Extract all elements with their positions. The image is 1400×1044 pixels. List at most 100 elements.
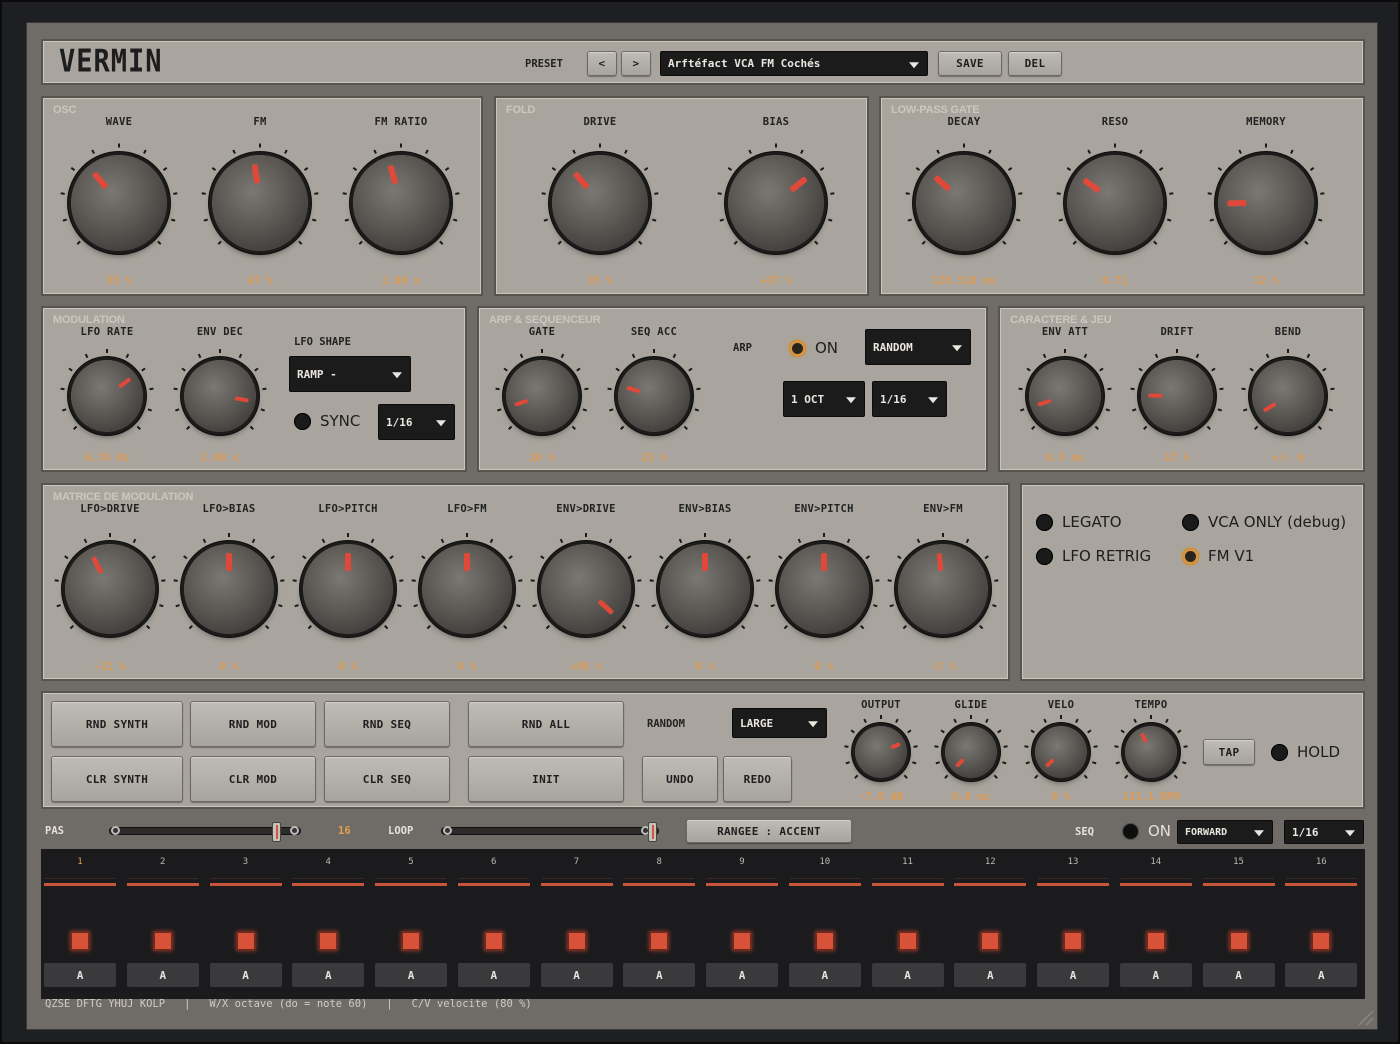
env-fm-knob[interactable]: ENV>FM -5 % <box>884 503 1002 677</box>
step-gate-button[interactable] <box>1063 931 1083 951</box>
resize-grip-icon[interactable] <box>1353 1005 1375 1027</box>
tempo-knob[interactable]: TEMPO 133.1 BPM <box>1110 699 1192 807</box>
random-amount-dropdown[interactable]: LARGE <box>732 708 827 738</box>
wave-knob[interactable]: WAVE 35 % <box>55 116 183 291</box>
step-accent-button[interactable]: A <box>623 963 696 987</box>
step-gate-button[interactable] <box>1228 931 1249 951</box>
drive-knob[interactable]: DRIVE 35 % <box>536 116 664 291</box>
output-knob[interactable]: OUTPUT -7.0 dB <box>840 699 922 807</box>
fm-v1-toggle[interactable]: FM V1 <box>1182 547 1254 565</box>
reso-knob-body[interactable] <box>1067 154 1163 251</box>
fm-knob-body[interactable] <box>212 154 308 251</box>
step-accent-button[interactable]: A <box>44 963 116 987</box>
decay-knob-body[interactable] <box>916 154 1012 251</box>
step-gate-button[interactable] <box>401 931 421 951</box>
step-gate-button[interactable] <box>235 931 256 951</box>
env-att-knob[interactable]: ENV ATT 0.5 ms <box>1013 326 1117 468</box>
lfo-rate-knob[interactable]: LFO RATE 6.74 Hz <box>55 326 159 468</box>
pas-slider-thumb[interactable] <box>272 822 282 842</box>
step-accent-button[interactable]: A <box>706 963 778 987</box>
lfo-drive-knob[interactable]: LFO>DRIVE -21 % <box>51 503 169 677</box>
step-pitch-bar[interactable] <box>292 883 365 886</box>
step-accent-button[interactable]: A <box>788 963 861 987</box>
env-fm-knob-body[interactable] <box>898 544 988 634</box>
step-accent-button[interactable]: A <box>871 963 944 987</box>
gate-knob-body[interactable] <box>506 360 578 432</box>
lfo-bias-knob[interactable]: LFO>BIAS 0 % <box>170 503 288 677</box>
env-drive-knob[interactable]: ENV>DRIVE +98 % <box>527 503 645 677</box>
lfo-pitch-knob-body[interactable] <box>303 544 393 634</box>
seq-division-dropdown[interactable]: 1/16 <box>1284 820 1364 844</box>
fm-ratio-knob-body[interactable] <box>353 154 449 251</box>
bias-knob-body[interactable] <box>728 154 824 251</box>
clr-mod-button[interactable]: CLR MOD <box>190 756 316 802</box>
step-gate-button[interactable] <box>70 931 90 951</box>
step-pitch-bar[interactable] <box>954 883 1027 886</box>
preset-next-button[interactable]: > <box>621 51 651 76</box>
glide-knob[interactable]: GLIDE 0.0 ms <box>930 699 1012 807</box>
lfo-drive-knob-body[interactable] <box>65 544 155 634</box>
fm-ratio-knob[interactable]: FM RATIO 2.00 x <box>337 116 465 291</box>
env-bias-knob-body[interactable] <box>660 544 750 634</box>
step-pitch-bar[interactable] <box>44 883 116 886</box>
env-att-knob-body[interactable] <box>1029 360 1101 432</box>
step-gate-button[interactable] <box>980 931 1001 951</box>
lfo-bias-knob-body[interactable] <box>184 544 274 634</box>
step-pitch-bar[interactable] <box>375 883 447 886</box>
arp-octave-dropdown[interactable]: 1 OCT <box>783 381 865 417</box>
decay-knob[interactable]: DECAY 120.518 ms <box>900 116 1028 291</box>
step-accent-button[interactable]: A <box>292 963 365 987</box>
step-accent-button[interactable]: A <box>1119 963 1192 987</box>
undo-button[interactable]: UNDO <box>642 756 718 802</box>
reso-knob[interactable]: RESO 0.71 <box>1051 116 1179 291</box>
step-gate-button[interactable] <box>732 931 752 951</box>
step-pitch-bar[interactable] <box>126 883 199 886</box>
arp-mode-dropdown[interactable]: RANDOM <box>865 329 971 365</box>
step-pitch-bar[interactable] <box>788 883 861 886</box>
drive-knob-body[interactable] <box>552 154 648 251</box>
sync-toggle[interactable]: SYNC <box>294 412 360 430</box>
init-button[interactable]: INIT <box>468 756 624 802</box>
step-pitch-bar[interactable] <box>1119 883 1192 886</box>
clr-seq-button[interactable]: CLR SEQ <box>324 756 450 802</box>
seq-on-toggle[interactable]: ON <box>1122 822 1171 840</box>
rnd-mod-button[interactable]: RND MOD <box>190 701 316 747</box>
drift-knob[interactable]: DRIFT 17 % <box>1125 326 1229 468</box>
vca-only-toggle[interactable]: VCA ONLY (debug) <box>1182 513 1346 531</box>
pas-slider[interactable] <box>109 822 301 842</box>
step-gate-button[interactable] <box>483 931 504 951</box>
step-gate-button[interactable] <box>566 931 587 951</box>
step-gate-button[interactable] <box>318 931 339 951</box>
step-pitch-bar[interactable] <box>457 883 530 886</box>
glide-knob-body[interactable] <box>945 726 997 778</box>
save-button[interactable]: SAVE <box>938 51 1002 76</box>
rnd-seq-button[interactable]: RND SEQ <box>324 701 450 747</box>
tap-button[interactable]: TAP <box>1203 739 1255 765</box>
step-accent-button[interactable]: A <box>1202 963 1275 987</box>
step-accent-button[interactable]: A <box>1285 963 1358 987</box>
lfo-rate-knob-body[interactable] <box>71 360 143 432</box>
step-pitch-bar[interactable] <box>871 883 944 886</box>
fm-knob[interactable]: FM 47 % <box>196 116 324 291</box>
lfo-retrig-toggle[interactable]: LFO RETRIG <box>1036 547 1151 565</box>
redo-button[interactable]: REDO <box>723 756 792 802</box>
env-bias-knob[interactable]: ENV>BIAS 0 % <box>646 503 764 677</box>
step-accent-button[interactable]: A <box>540 963 613 987</box>
step-pitch-bar[interactable] <box>623 883 696 886</box>
env-pitch-knob-body[interactable] <box>779 544 869 634</box>
step-gate-button[interactable] <box>649 931 670 951</box>
rnd-all-button[interactable]: RND ALL <box>468 701 624 747</box>
seq-acc-knob-body[interactable] <box>618 360 690 432</box>
preset-prev-button[interactable]: < <box>587 51 617 76</box>
gate-knob[interactable]: GATE 10 % <box>490 326 594 468</box>
step-gate-button[interactable] <box>897 931 918 951</box>
lfo-fm-knob-body[interactable] <box>422 544 512 634</box>
lfo-shape-dropdown[interactable]: RAMP - <box>289 356 411 392</box>
sync-division-dropdown[interactable]: 1/16 <box>378 404 455 440</box>
step-gate-button[interactable] <box>814 931 835 951</box>
lfo-pitch-knob[interactable]: LFO>PITCH 0 % <box>289 503 407 677</box>
drift-knob-body[interactable] <box>1141 360 1213 432</box>
step-pitch-bar[interactable] <box>540 883 613 886</box>
range-accent-button[interactable]: RANGEE : ACCENT <box>686 819 852 843</box>
legato-toggle[interactable]: LEGATO <box>1036 513 1122 531</box>
